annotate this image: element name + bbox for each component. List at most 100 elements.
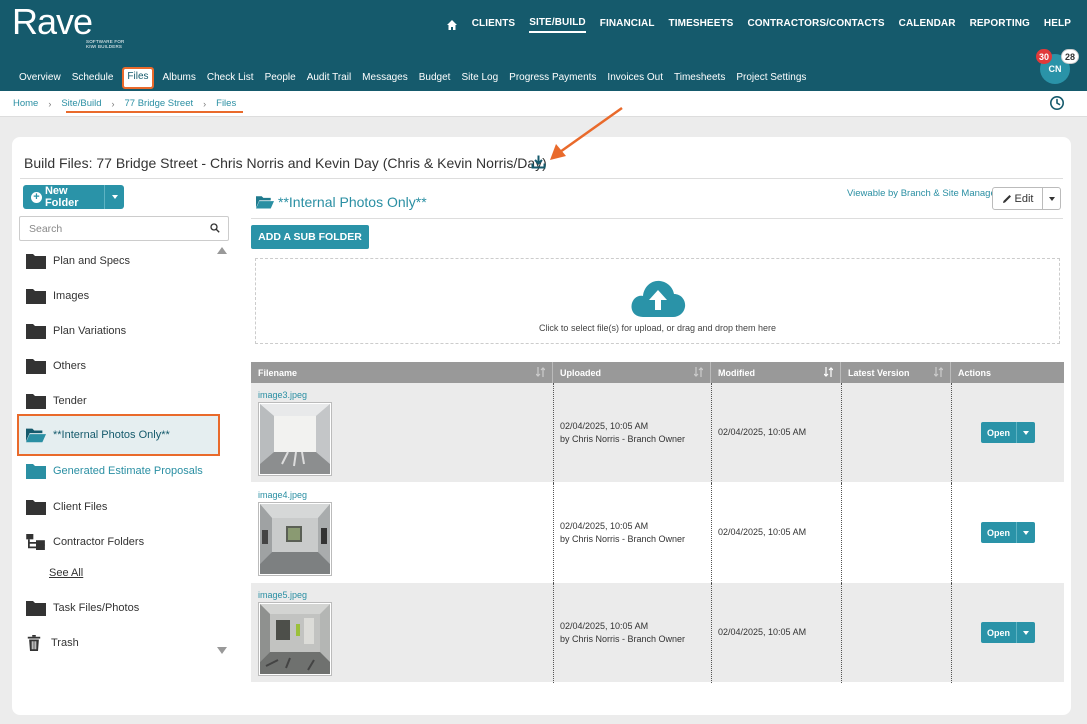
open-main[interactable]: Open bbox=[981, 522, 1017, 543]
folder-item-plan-variations[interactable]: Plan Variations bbox=[19, 315, 218, 347]
column-uploaded[interactable]: Uploaded bbox=[553, 362, 711, 383]
folder-icon bbox=[26, 601, 46, 616]
breadcrumb-job[interactable]: 77 Bridge Street bbox=[124, 98, 193, 109]
image-thumbnail[interactable] bbox=[258, 602, 332, 676]
clock-icon[interactable] bbox=[1049, 95, 1065, 111]
uploaded-info: 02/04/2025, 10:05 AM by Chris Norris - B… bbox=[560, 520, 685, 546]
folder-item-tender[interactable]: Tender bbox=[19, 385, 218, 417]
folder-open-icon bbox=[26, 428, 46, 443]
new-folder-main[interactable]: + New Folder bbox=[23, 185, 105, 209]
room-photo-icon bbox=[260, 404, 330, 474]
subnav-budget[interactable]: Budget bbox=[419, 72, 451, 87]
folder-label: Plan Variations bbox=[53, 325, 127, 337]
folder-item-plan-and-specs[interactable]: Plan and Specs bbox=[19, 245, 218, 277]
notification-badge[interactable]: 30 bbox=[1036, 49, 1052, 64]
filename-link[interactable]: image5.jpeg bbox=[258, 590, 307, 600]
folder-item-task-files-photos[interactable]: Task Files/Photos bbox=[19, 592, 218, 624]
add-sub-folder-button[interactable]: ADD A SUB FOLDER bbox=[251, 225, 369, 249]
folder-item-images[interactable]: Images bbox=[19, 280, 218, 312]
open-main[interactable]: Open bbox=[981, 622, 1017, 643]
column-actions: Actions bbox=[951, 362, 1064, 383]
folder-item-client-files[interactable]: Client Files bbox=[19, 491, 218, 523]
subnav-schedule[interactable]: Schedule bbox=[72, 72, 114, 87]
breadcrumb-current: Files bbox=[216, 98, 237, 109]
folder-icon bbox=[26, 324, 46, 339]
caret-down-icon bbox=[1048, 196, 1055, 201]
subnav-overview[interactable]: Overview bbox=[19, 72, 61, 87]
nav-help[interactable]: HELP bbox=[1044, 18, 1071, 32]
folder-item-internal-photos[interactable]: **Internal Photos Only** bbox=[17, 414, 220, 456]
image-thumbnail[interactable] bbox=[258, 502, 332, 576]
folder-label: Contractor Folders bbox=[53, 536, 145, 548]
folder-label: Images bbox=[53, 290, 90, 302]
folder-heading: **Internal Photos Only** bbox=[256, 194, 427, 210]
column-divider bbox=[951, 483, 952, 583]
folder-item-contractor-folders[interactable]: Contractor Folders bbox=[19, 526, 218, 558]
nav-clients[interactable]: CLIENTS bbox=[472, 18, 515, 32]
room-photo-icon bbox=[260, 504, 330, 574]
open-button[interactable]: Open bbox=[981, 522, 1035, 543]
image-thumbnail[interactable] bbox=[258, 402, 332, 476]
filename-link[interactable]: image4.jpeg bbox=[258, 490, 307, 500]
message-badge[interactable]: 28 bbox=[1061, 49, 1079, 64]
edit-main[interactable]: Edit bbox=[993, 188, 1043, 209]
breadcrumb-site-build[interactable]: Site/Build bbox=[61, 98, 101, 109]
column-filename[interactable]: Filename bbox=[251, 362, 553, 383]
upload-dropzone[interactable]: Click to select file(s) for upload, or d… bbox=[255, 258, 1060, 344]
nav-timesheets[interactable]: TIMESHEETS bbox=[669, 18, 734, 32]
nav-contractors-contacts[interactable]: CONTRACTORS/CONTACTS bbox=[747, 18, 884, 32]
new-folder-dropdown[interactable] bbox=[105, 195, 124, 199]
nav-site-build[interactable]: SITE/BUILD bbox=[529, 17, 586, 33]
modified-date: 02/04/2025, 10:05 AM bbox=[718, 427, 807, 437]
subnav-files[interactable]: Files bbox=[122, 67, 154, 89]
open-button[interactable]: Open bbox=[981, 422, 1035, 443]
edit-button[interactable]: Edit bbox=[992, 187, 1061, 210]
open-dropdown[interactable] bbox=[1017, 522, 1035, 543]
subnav-check-list[interactable]: Check List bbox=[207, 72, 254, 87]
subnav-project-settings[interactable]: Project Settings bbox=[736, 72, 806, 87]
column-latest-version[interactable]: Latest Version bbox=[841, 362, 951, 383]
column-divider bbox=[951, 383, 952, 483]
column-modified[interactable]: Modified bbox=[711, 362, 841, 383]
title-divider bbox=[20, 178, 1063, 179]
trash-icon bbox=[27, 635, 41, 651]
folder-search bbox=[19, 216, 229, 241]
scroll-down-icon[interactable] bbox=[217, 647, 227, 654]
scroll-up-icon[interactable] bbox=[217, 247, 227, 254]
nav-reporting[interactable]: REPORTING bbox=[970, 18, 1030, 32]
subnav-messages[interactable]: Messages bbox=[362, 72, 408, 87]
folder-item-trash[interactable]: Trash bbox=[19, 627, 218, 659]
edit-dropdown[interactable] bbox=[1043, 188, 1060, 209]
home-icon[interactable] bbox=[446, 19, 458, 31]
files-table: Filename Uploaded Modified Latest Versio… bbox=[251, 362, 1064, 683]
subnav-audit-trail[interactable]: Audit Trail bbox=[307, 72, 351, 87]
filename-link[interactable]: image3.jpeg bbox=[258, 390, 307, 400]
subnav-progress-payments[interactable]: Progress Payments bbox=[509, 72, 596, 87]
open-dropdown[interactable] bbox=[1017, 422, 1035, 443]
visibility-link[interactable]: Viewable by Branch & Site Manager bbox=[847, 188, 999, 199]
subnav-timesheets[interactable]: Timesheets bbox=[674, 72, 725, 87]
column-divider bbox=[711, 583, 712, 683]
table-row: image3.jpeg 02/04/2025, 10:05 AM by Chri… bbox=[251, 383, 1064, 483]
open-main[interactable]: Open bbox=[981, 422, 1017, 443]
breadcrumb-home[interactable]: Home bbox=[13, 98, 38, 109]
search-input[interactable] bbox=[20, 217, 200, 240]
folder-item-others[interactable]: Others bbox=[19, 350, 218, 382]
see-all-link[interactable]: See All bbox=[19, 557, 218, 589]
rave-logo[interactable]: Rave SOFTWARE FOR KIWI BUILDERS bbox=[12, 4, 124, 50]
new-folder-button[interactable]: + New Folder bbox=[23, 185, 124, 209]
open-button[interactable]: Open bbox=[981, 622, 1035, 643]
nav-calendar[interactable]: CALENDAR bbox=[899, 18, 956, 32]
search-icon[interactable] bbox=[210, 223, 220, 233]
breadcrumb-separator-icon: › bbox=[48, 98, 52, 109]
subnav-people[interactable]: People bbox=[265, 72, 296, 87]
uploaded-date: 02/04/2025, 10:05 AM bbox=[560, 621, 649, 631]
room-photo-icon bbox=[260, 604, 330, 674]
subnav-albums[interactable]: Albums bbox=[163, 72, 196, 87]
sub-nav: Overview Schedule Files Albums Check Lis… bbox=[19, 67, 817, 89]
subnav-invoices-out[interactable]: Invoices Out bbox=[607, 72, 663, 87]
folder-item-generated-estimate-proposals[interactable]: Generated Estimate Proposals bbox=[19, 455, 218, 487]
nav-financial[interactable]: FINANCIAL bbox=[600, 18, 655, 32]
open-dropdown[interactable] bbox=[1017, 622, 1035, 643]
subnav-site-log[interactable]: Site Log bbox=[461, 72, 498, 87]
